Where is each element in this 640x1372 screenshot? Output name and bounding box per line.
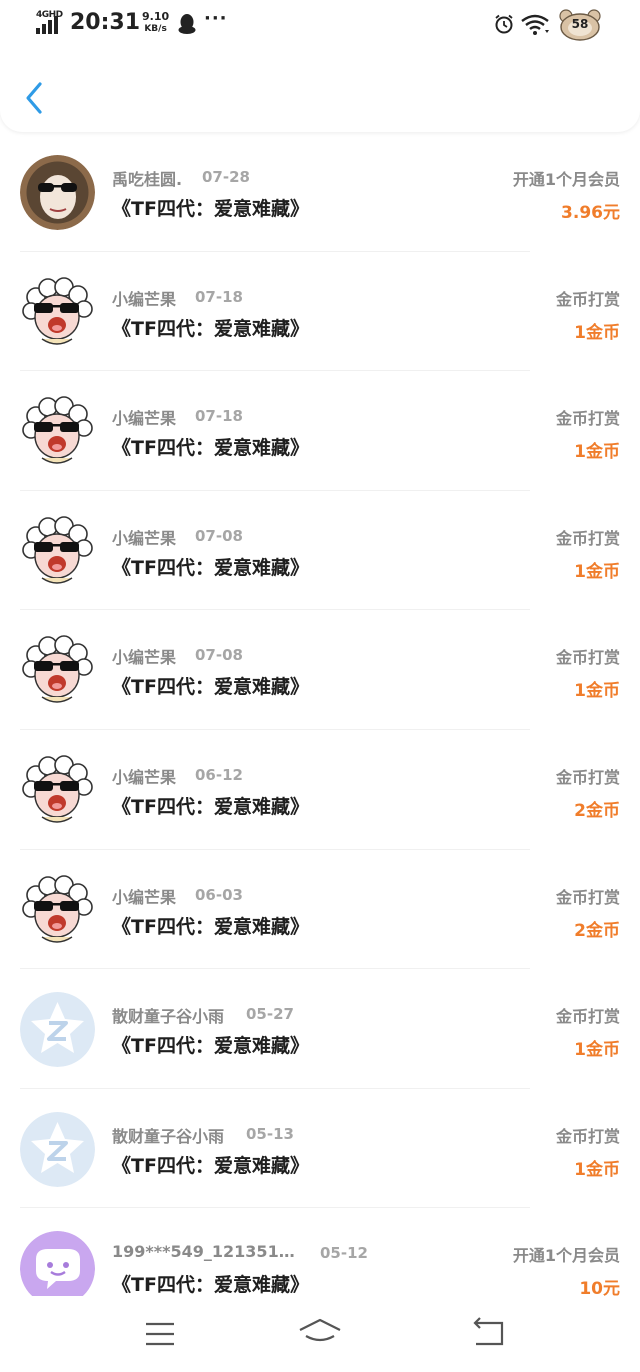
sheep-avatar[interactable] [20,394,95,470]
sheep-avatar[interactable] [20,513,95,589]
user-name: 小编芒果 [112,409,177,429]
book-title: 《TF四代：爱意难藏》 [112,795,309,818]
sheep-avatar[interactable] [20,872,95,948]
sheep-avatar[interactable] [20,633,95,709]
network-speed: 9.10 KB/s [142,10,169,36]
record-date: 07-08 [195,526,243,545]
list-item[interactable]: 小编芒果 06-12 《TF四代：爱意难藏》 金币打赏 2金币 [0,730,640,850]
user-name: 散财童子谷小雨 [112,1007,225,1027]
home-icon[interactable] [298,1314,342,1354]
record-date: 07-28 [202,168,250,186]
list-item[interactable]: 小编芒果 07-08 《TF四代：爱意难藏》 金币打赏 1金币 [0,491,640,611]
user-name: 小编芒果 [112,648,177,668]
default-z-avatar[interactable] [20,992,95,1068]
user-name: 小编芒果 [112,767,177,787]
record-date: 05-27 [246,1005,294,1024]
clock: 20:31 [70,10,141,35]
record-date: 07-08 [195,646,243,665]
book-title: 《TF四代：爱意难藏》 [112,198,309,220]
list-item[interactable]: 小编芒果 07-08 《TF四代：爱意难藏》 金币打赏 1金币 [0,610,640,730]
status-bar: 4GHD 20:31 9.10 KB/s ··· 58 [0,0,640,50]
book-title: 《TF四代：爱意难藏》 [112,915,309,938]
qq-penguin-icon [178,14,196,34]
book-title: 《TF四代：爱意难藏》 [112,437,309,460]
book-title: 《TF四代：爱意难藏》 [112,676,309,699]
speed-value: 9.10 [142,10,170,23]
book-title: 《TF四代：爱意难藏》 [112,556,309,579]
battery-indicator: 58 [556,8,604,42]
record-amount: 1金币 [574,1040,620,1061]
record-date: 07-18 [195,287,243,306]
header: 4GHD 20:31 9.10 KB/s ··· 58 [0,0,640,132]
record-date: 05-13 [246,1124,294,1143]
user-name: 小编芒果 [112,528,177,548]
alarm-icon [495,14,513,34]
speed-unit: KB/s [144,24,167,34]
record-date: 05-12 [320,1244,368,1263]
record-date: 06-12 [195,765,243,784]
list-item[interactable]: 散财童子谷小雨 05-27 《TF四代：爱意难藏》 金币打赏 1金币 [0,969,640,1089]
user-name: 散财童子谷小雨 [112,1126,225,1146]
record-date: 06-03 [195,885,243,904]
record-type: 金币打赏 [555,528,620,548]
battery-level: 58 [571,17,589,31]
network-type: 4GHD [36,10,63,20]
record-type: 金币打赏 [555,1126,620,1146]
record-amount: 3.96元 [561,203,620,223]
list-item[interactable]: 小编芒果 06-03 《TF四代：爱意难藏》 金币打赏 2金币 [0,850,640,970]
user-name: 199***549_121351… [112,1242,295,1262]
user-name: 小编芒果 [112,887,177,907]
record-amount: 1金币 [574,442,620,463]
more-notifications-icon: ··· [204,8,228,29]
sheep-avatar[interactable] [20,274,95,350]
list-item[interactable]: 小编芒果 07-18 《TF四代：爱意难藏》 金币打赏 1金币 [0,252,640,372]
list-item[interactable]: 小编芒果 07-18 《TF四代：爱意难藏》 金币打赏 1金币 [0,371,640,491]
record-type: 开通1个月会员 [512,170,620,189]
wifi-icon [521,14,549,35]
record-type: 金币打赏 [555,1007,620,1027]
record-list: 禹吃桂圆. 07-28 《TF四代：爱意难藏》 开通1个月会员 3.96元 小编芒果 07-… [0,132,640,1328]
record-type: 开通1个月会员 [512,1246,620,1266]
record-amount: 1金币 [574,1159,620,1180]
record-type: 金币打赏 [555,289,620,309]
record-type: 金币打赏 [555,887,620,907]
record-amount: 1金币 [574,561,620,582]
chevron-left-icon[interactable] [22,80,48,116]
user-name: 禹吃桂圆. [112,170,183,189]
book-title: 《TF四代：爱意难藏》 [112,1035,309,1058]
book-title: 《TF四代：爱意难藏》 [112,317,309,340]
sheep-avatar[interactable] [20,752,95,828]
list-item[interactable]: 散财童子谷小雨 05-13 《TF四代：爱意难藏》 金币打赏 1金币 [0,1089,640,1209]
record-date: 07-18 [195,407,243,426]
record-amount: 2金币 [574,920,620,941]
return-icon[interactable] [466,1314,510,1354]
record-type: 金币打赏 [555,409,620,429]
record-type: 金币打赏 [555,648,620,668]
system-nav-bar [0,1296,640,1372]
signal-icon: 4GHD [36,10,63,34]
record-type: 金币打赏 [555,767,620,787]
record-amount: 1金币 [574,322,620,343]
default-z-avatar[interactable] [20,1111,95,1187]
list-item[interactable]: 禹吃桂圆. 07-28 《TF四代：爱意难藏》 开通1个月会员 3.96元 [0,132,640,252]
record-amount: 2金币 [574,800,620,821]
book-title: 《TF四代：爱意难藏》 [112,1274,309,1297]
record-amount: 1金币 [574,681,620,702]
book-title: 《TF四代：爱意难藏》 [112,1154,309,1177]
user-name: 小编芒果 [112,289,177,309]
menu-icon[interactable] [138,1314,182,1354]
photo-avatar[interactable] [20,155,95,230]
